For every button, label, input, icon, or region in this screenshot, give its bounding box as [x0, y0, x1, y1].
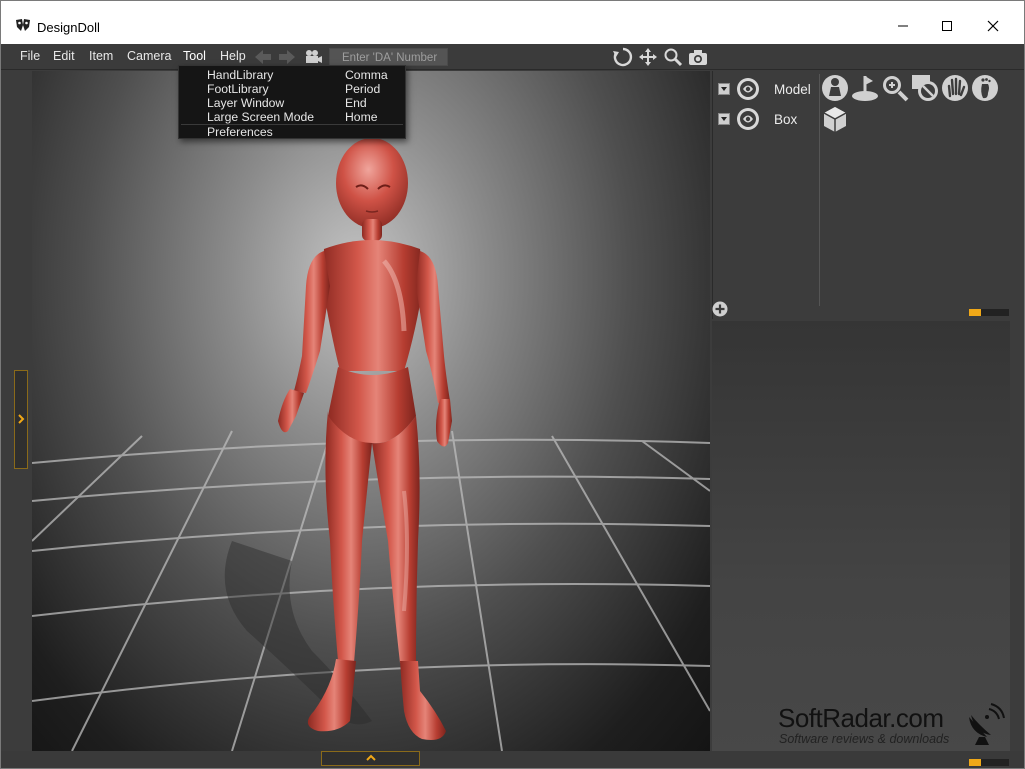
da-number-input[interactable]: [329, 48, 448, 66]
layer-name: Model: [774, 81, 811, 97]
menu-option-label: Large Screen Mode: [207, 110, 315, 124]
maximize-icon: [942, 21, 952, 31]
bottom-panel-toggle[interactable]: [321, 751, 420, 766]
rotate-view-icon[interactable]: [613, 47, 633, 67]
left-panel-toggle[interactable]: [14, 370, 28, 469]
menu-edit[interactable]: Edit: [53, 49, 75, 63]
menu-option-label: HandLibrary: [207, 68, 274, 82]
pan-view-icon[interactable]: [638, 47, 658, 67]
undo-arrow-icon[interactable]: [254, 49, 272, 65]
properties-panel: [712, 321, 1010, 768]
menu-item[interactable]: Item: [89, 49, 113, 63]
expand-toggle[interactable]: [718, 113, 730, 125]
satellite-dish-icon: [969, 703, 1005, 745]
watermark-title: SoftRadar.com: [778, 703, 944, 733]
menu-file[interactable]: File: [20, 49, 40, 63]
menu-option-shortcut: Comma: [345, 68, 388, 82]
menu-bar: File Edit Item Camera Tool Help: [1, 44, 1024, 70]
properties-panel-scrollbar[interactable]: [969, 759, 1009, 766]
watermark-subtitle: Software reviews & downloads: [779, 732, 950, 746]
menu-option-preferences[interactable]: Preferences: [179, 125, 405, 139]
pose-tool-icon[interactable]: [821, 74, 849, 102]
designdoll-logo-icon: [16, 19, 30, 31]
chevron-right-icon: [18, 414, 25, 424]
close-icon: [987, 20, 999, 32]
hand-library-tool-icon[interactable]: [941, 74, 969, 102]
layer-row-box[interactable]: Box: [718, 107, 797, 131]
visibility-toggle-icon[interactable]: [734, 107, 764, 131]
chevron-up-icon: [366, 754, 376, 761]
add-layer-icon[interactable]: [712, 301, 728, 317]
menu-camera[interactable]: Camera: [127, 49, 171, 63]
camera-snapshot-icon[interactable]: [688, 47, 708, 67]
menu-option-foot-library[interactable]: FootLibrary Period: [179, 82, 405, 96]
box-object-icon[interactable]: [821, 105, 849, 133]
menu-option-label: FootLibrary: [207, 82, 269, 96]
close-button[interactable]: [970, 9, 1016, 43]
layer-row-model[interactable]: Model: [718, 77, 811, 101]
menu-option-shortcut: End: [345, 96, 367, 110]
video-camera-icon[interactable]: [303, 49, 323, 65]
softradar-watermark: SoftRadar.com Software reviews & downloa…: [778, 703, 1008, 748]
visibility-toggle-icon[interactable]: [734, 77, 764, 101]
fit-view-tool-icon[interactable]: [911, 74, 939, 102]
layer-panel-divider: [819, 74, 820, 306]
title-bar[interactable]: DesignDoll: [1, 1, 1024, 44]
expand-toggle[interactable]: [718, 83, 730, 95]
bottom-bar: [1, 751, 1024, 768]
menu-option-layer-window[interactable]: Layer Window End: [179, 96, 405, 110]
tool-menu-dropdown: HandLibrary Comma FootLibrary Period Lay…: [178, 65, 406, 139]
menu-option-label: Layer Window: [207, 96, 285, 110]
menu-help[interactable]: Help: [220, 49, 246, 63]
menu-option-shortcut: Period: [345, 82, 381, 96]
floor-grid: [32, 428, 710, 751]
menu-tool[interactable]: Tool: [183, 49, 206, 63]
layer-panel-scrollbar[interactable]: [969, 309, 1009, 316]
menu-option-shortcut: Home: [345, 110, 378, 124]
app-window: DesignDoll File Edit Item Camera Tool He…: [0, 0, 1025, 769]
viewport-scene: [32, 138, 710, 751]
window-title: DesignDoll: [37, 20, 100, 35]
minimize-icon: [898, 25, 908, 27]
menu-option-hand-library[interactable]: HandLibrary Comma: [179, 68, 405, 82]
zoom-in-tool-icon[interactable]: [881, 74, 909, 102]
ground-tool-icon[interactable]: [851, 74, 879, 102]
foot-library-tool-icon[interactable]: [971, 74, 999, 102]
maximize-button[interactable]: [924, 9, 970, 43]
3d-viewport[interactable]: [32, 71, 710, 751]
minimize-button[interactable]: [880, 9, 926, 43]
layer-name: Box: [774, 111, 798, 127]
redo-arrow-icon[interactable]: [278, 49, 296, 65]
zoom-view-icon[interactable]: [663, 47, 683, 67]
menu-option-large-screen-mode[interactable]: Large Screen Mode Home: [179, 110, 405, 124]
menu-option-label: Preferences: [207, 125, 273, 139]
